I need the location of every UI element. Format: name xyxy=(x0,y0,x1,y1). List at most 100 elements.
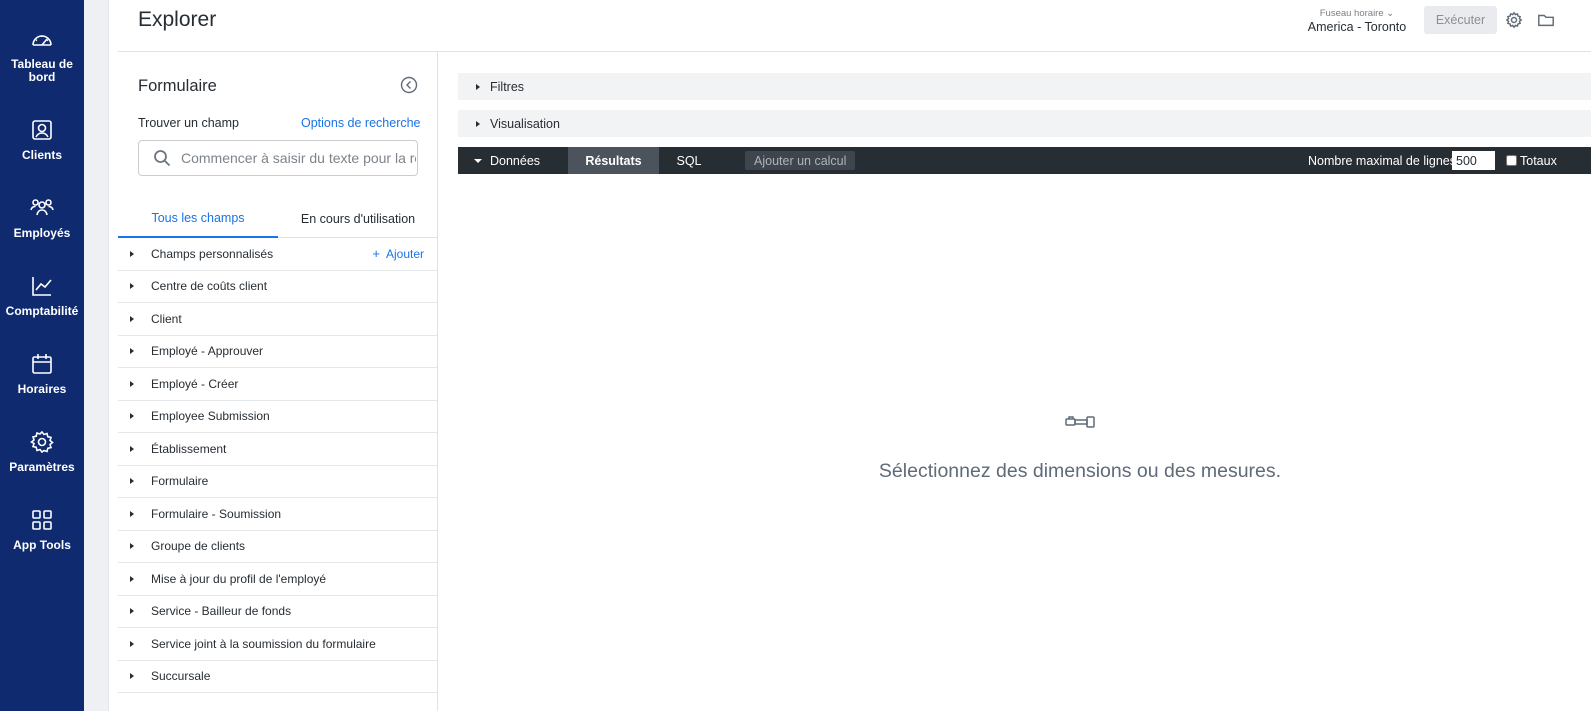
caret-right-icon xyxy=(130,315,134,322)
field-picker: Formulaire Trouver un champ Options de r… xyxy=(118,52,438,711)
dashboard-gauge-icon xyxy=(32,35,52,46)
view-label: Formulaire - Soumission xyxy=(151,506,282,521)
plus-icon: + xyxy=(372,246,380,262)
add-custom-field-button[interactable]: + Ajouter xyxy=(372,238,424,270)
view-label: Établissement xyxy=(151,441,227,456)
nav-item-accounting[interactable]: Comptabilité xyxy=(0,273,84,318)
tab-in-use[interactable]: En cours d'utilisation xyxy=(278,200,438,238)
nav-item-schedules[interactable]: Horaires xyxy=(0,351,84,396)
nav-label: Employés xyxy=(13,226,71,240)
left-nav: Tableau de bord Clients Employés Comptab… xyxy=(0,0,84,711)
timezone-selector[interactable]: Fuseau horaire ⌄ America - Toronto xyxy=(1307,8,1407,34)
data-section-bar: Données Résultats SQL Ajouter un calcul … xyxy=(458,147,1591,174)
app-grid-icon xyxy=(32,510,52,530)
view-label: Succursale xyxy=(151,669,211,684)
gear-icon[interactable] xyxy=(1505,11,1525,31)
nav-item-clients[interactable]: Clients xyxy=(0,117,84,162)
nav-label: Paramètres xyxy=(9,460,75,474)
nav-label: Horaires xyxy=(17,382,67,396)
nav-label: App Tools xyxy=(13,538,71,552)
data-label: Données xyxy=(490,153,541,168)
view-row[interactable]: Groupe de clients xyxy=(118,531,437,563)
visualization-section-toggle[interactable]: Visualisation xyxy=(458,110,1591,137)
page-title: Explorer xyxy=(138,8,217,31)
binoculars-icon xyxy=(1065,414,1095,430)
view-label: Groupe de clients xyxy=(151,539,246,554)
employees-group-icon xyxy=(30,199,54,216)
view-row-custom-fields[interactable]: Champs personnalisés + Ajouter xyxy=(118,238,437,271)
view-row[interactable]: Employé - Approuver xyxy=(118,336,437,368)
view-label: Centre de coûts client xyxy=(151,279,268,294)
nav-item-employees[interactable]: Employés xyxy=(0,195,84,240)
row-limit-label: Nombre maximal de lignes xyxy=(1308,153,1456,168)
folder-icon[interactable] xyxy=(1537,11,1557,31)
caret-down-icon xyxy=(474,158,482,163)
caret-right-icon xyxy=(130,380,134,387)
timezone-label: Fuseau horaire ⌄ xyxy=(1319,8,1395,19)
view-label: Formulaire xyxy=(151,474,209,489)
caret-right-icon xyxy=(130,413,134,420)
calendar-icon xyxy=(32,354,52,374)
view-row[interactable]: Service - Bailleur de fonds xyxy=(118,596,437,628)
view-row[interactable]: Client xyxy=(118,303,437,336)
caret-right-icon xyxy=(130,478,134,485)
nav-item-settings[interactable]: Paramètres xyxy=(0,429,84,474)
view-row[interactable]: Succursale xyxy=(118,661,437,693)
nav-item-dashboard[interactable]: Tableau de bord xyxy=(0,26,84,84)
totals-checkbox[interactable] xyxy=(1506,155,1517,166)
view-label: Champs personnalisés xyxy=(151,246,274,261)
nav-label: Clients xyxy=(21,148,62,162)
caret-right-icon xyxy=(130,348,134,355)
tab-results[interactable]: Résultats xyxy=(568,147,659,174)
view-label: Service joint à la soumission du formula… xyxy=(151,636,376,651)
nav-label: Tableau de bord xyxy=(11,57,73,84)
view-label: Employé - Créer xyxy=(151,376,239,391)
tab-sql[interactable]: SQL xyxy=(659,147,719,174)
field-tabs: Tous les champs En cours d'utilisation xyxy=(118,200,437,238)
view-label: Client xyxy=(151,311,182,326)
filters-section-toggle[interactable]: Filtres xyxy=(458,73,1591,100)
caret-right-icon xyxy=(130,640,134,647)
view-label: Employé - Approuver xyxy=(151,344,264,359)
nav-label: Comptabilité xyxy=(5,304,79,318)
caret-right-icon xyxy=(130,608,134,615)
add-label: Ajouter xyxy=(385,246,424,261)
app-root: Tableau de bord Clients Employés Comptab… xyxy=(0,0,1591,711)
page-header: Explorer Fuseau horaire ⌄ America - Toro… xyxy=(118,0,1591,52)
data-section-toggle[interactable]: Données xyxy=(458,147,567,174)
view-row[interactable]: Employee Submission xyxy=(118,401,437,433)
search-options-link[interactable]: Options de recherche xyxy=(301,116,421,130)
view-row[interactable]: Centre de coûts client xyxy=(118,271,437,303)
tab-all-fields[interactable]: Tous les champs xyxy=(118,200,278,238)
totals-toggle[interactable]: Totaux xyxy=(1506,147,1557,174)
caret-right-icon xyxy=(130,510,134,517)
view-row[interactable]: Employé - Créer xyxy=(118,368,437,401)
view-label: Employee Submission xyxy=(151,409,270,424)
caret-right-icon xyxy=(130,543,134,550)
empty-state-message: Sélectionnez des dimensions ou des mesur… xyxy=(878,460,1282,482)
view-row[interactable]: Formulaire - Soumission xyxy=(118,498,437,531)
field-search-box[interactable] xyxy=(138,140,418,176)
add-calculation-button[interactable]: Ajouter un calcul xyxy=(745,151,856,170)
nav-item-app-tools[interactable]: App Tools xyxy=(0,507,84,552)
visualization-label: Visualisation xyxy=(490,116,560,131)
client-card-icon xyxy=(32,120,52,140)
run-button[interactable]: Exécuter xyxy=(1424,6,1497,34)
caret-right-icon xyxy=(130,250,134,257)
row-limit-input[interactable] xyxy=(1452,151,1495,170)
timezone-value: America - Toronto xyxy=(1307,20,1407,34)
find-field-label: Trouver un champ xyxy=(138,116,239,130)
view-row[interactable]: Service joint à la soumission du formula… xyxy=(118,628,437,661)
chevron-down-icon: ⌄ xyxy=(1386,8,1395,19)
field-search-input[interactable] xyxy=(181,150,416,166)
view-row[interactable]: Établissement xyxy=(118,433,437,466)
caret-right-icon xyxy=(130,445,134,452)
accounting-chart-icon xyxy=(32,277,52,296)
view-label: Mise à jour du profil de l'employé xyxy=(151,571,327,586)
view-row[interactable]: Mise à jour du profil de l'employé xyxy=(118,563,437,596)
view-row[interactable]: Formulaire xyxy=(118,466,437,498)
totals-label: Totaux xyxy=(1520,153,1557,168)
settings-gear-icon xyxy=(30,430,54,454)
caret-right-icon xyxy=(130,283,134,290)
collapse-panel-icon[interactable] xyxy=(400,76,418,94)
